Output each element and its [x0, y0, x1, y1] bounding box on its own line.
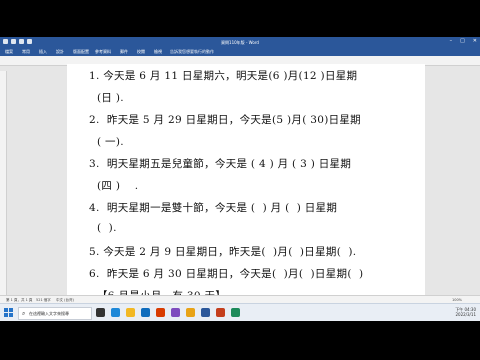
screen-frame: 資問110年版 - Word – □ ✕ 檔案 常用 插入 設計 版面配置 參考…: [0, 0, 480, 360]
teams-icon[interactable]: [171, 308, 180, 317]
taskbar-apps: [96, 308, 240, 317]
taskbar: ⌕ 在這裡輸入文字來搜尋 下午 04:30 2022/3/11: [0, 303, 480, 321]
tab-mailings[interactable]: 郵件: [120, 49, 128, 55]
doc-line: ( ).: [97, 222, 117, 234]
powerpoint-icon[interactable]: [216, 308, 225, 317]
doc-line: (四 ) .: [97, 180, 139, 192]
window-title: 資問110年版 - Word: [221, 40, 259, 45]
chrome-icon[interactable]: [186, 308, 195, 317]
tab-view[interactable]: 檢視: [154, 49, 162, 55]
doc-line: ( 一).: [97, 136, 124, 148]
tab-insert[interactable]: 插入: [39, 49, 47, 55]
store-icon[interactable]: [141, 308, 150, 317]
doc-line: 1. 今天是 6 月 11 日星期六，明天是(6 )月(12 )日星期: [89, 70, 358, 82]
tab-file[interactable]: 檔案: [5, 49, 13, 55]
doc-line: 5. 今天是 2 月 9 日星期日，昨天是( )月( )日星期( ).: [89, 246, 357, 258]
document-page[interactable]: 1. 今天是 6 月 11 日星期六，明天是(6 )月(12 )日星期 (日 )…: [67, 64, 425, 314]
tab-home[interactable]: 常用: [22, 49, 30, 55]
word-icon[interactable]: [201, 308, 210, 317]
system-tray[interactable]: 下午 04:30 2022/3/11: [455, 307, 476, 317]
office-icon[interactable]: [156, 308, 165, 317]
edge-icon[interactable]: [111, 308, 120, 317]
tab-review[interactable]: 校閱: [137, 49, 145, 55]
taskbar-search-input[interactable]: ⌕ 在這裡輸入文字來搜尋: [18, 307, 92, 320]
clock-date: 2022/3/11: [455, 312, 476, 317]
word-window: 資問110年版 - Word – □ ✕ 檔案 常用 插入 設計 版面配置 參考…: [0, 37, 480, 321]
tab-layout[interactable]: 版面配置: [73, 49, 89, 55]
doc-line: (日 ).: [97, 92, 124, 104]
doc-line: 4. 明天星期一是雙十節，今天是 ( ) 月 ( ) 日星期: [89, 202, 338, 214]
vertical-ruler[interactable]: [0, 71, 7, 311]
tab-references[interactable]: 參考資料: [95, 49, 111, 55]
ribbon-tabs: 檔案 常用 插入 設計 版面配置 參考資料 郵件 校閱 檢視 告訴我您想要執行的…: [0, 47, 480, 56]
title-bar: 資問110年版 - Word – □ ✕: [0, 37, 480, 47]
minimize-icon[interactable]: –: [450, 39, 453, 44]
file-explorer-icon[interactable]: [126, 308, 135, 317]
tab-design[interactable]: 設計: [56, 49, 64, 55]
doc-line: 6. 昨天是 6 月 30 日星期日，今天是( )月( )日星期( ): [89, 268, 364, 280]
doc-line: 2. 昨天是 5 月 29 日星期日，今天是(5 )月( 30)日星期: [89, 114, 361, 126]
maximize-icon[interactable]: □: [460, 39, 465, 44]
window-controls: – □ ✕: [450, 39, 477, 44]
task-view-icon[interactable]: [96, 308, 105, 317]
zoom-level[interactable]: 100%: [452, 298, 462, 302]
doc-line: 3. 明天星期五是兒童節，今天是 ( 4 ) 月 ( 3 ) 日星期: [89, 158, 352, 170]
taskbar-search-placeholder: 在這裡輸入文字來搜尋: [29, 311, 69, 316]
search-icon: ⌕: [22, 310, 26, 317]
windows-start-icon[interactable]: [4, 308, 13, 317]
tell-me-search[interactable]: 告訴我您想要執行的動作: [170, 49, 214, 55]
excel-icon[interactable]: [231, 308, 240, 317]
close-icon[interactable]: ✕: [473, 39, 477, 44]
